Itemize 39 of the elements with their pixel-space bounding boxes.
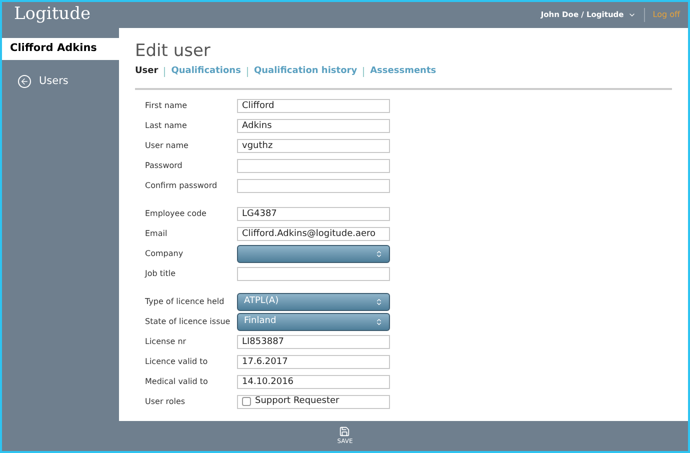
select-dropdown[interactable] <box>237 244 390 262</box>
field-label: Password <box>145 160 184 172</box>
caret-icon <box>628 11 636 19</box>
field-label: User roles <box>145 396 186 408</box>
checkbox[interactable] <box>242 397 251 406</box>
sidebar-item[interactable]: Users <box>2 74 68 90</box>
save-icon <box>339 426 350 437</box>
input-field[interactable]: Clifford.Adkins@logitude.aero <box>237 226 390 240</box>
logo: Logitude <box>14 3 91 26</box>
input-field[interactable]: Adkins <box>237 118 390 132</box>
field-label: Medical valid to <box>145 376 209 388</box>
page-title: Edit user <box>135 43 212 60</box>
field-label: Type of licence held <box>145 296 226 308</box>
tab[interactable]: User <box>135 65 158 78</box>
field-label: Licence valid to <box>145 356 209 368</box>
input-field[interactable]: 14.10.2016 <box>237 374 390 388</box>
dropdown-arrows-icon <box>375 250 383 258</box>
input-field[interactable]: LI853887 <box>237 334 390 348</box>
dropdown-arrows-icon <box>375 318 383 326</box>
input-field[interactable] <box>237 158 390 172</box>
field-label: User name <box>145 140 190 152</box>
field-label: License nr <box>145 336 188 348</box>
field-label: State of licence issue <box>145 316 232 328</box>
field-label: Employee code <box>145 208 208 220</box>
input-field[interactable] <box>237 178 390 192</box>
input-field[interactable]: LG4387 <box>237 206 390 220</box>
input-field[interactable] <box>237 266 390 280</box>
field-label: Job title <box>145 268 177 280</box>
input-field[interactable]: 17.6.2017 <box>237 354 390 368</box>
sidebar-title: Clifford Adkins <box>2 38 119 60</box>
dropdown-arrows-icon <box>375 298 383 306</box>
input-field[interactable]: vguthz <box>237 138 390 152</box>
field-label: Email <box>145 228 168 240</box>
field-label: First name <box>145 100 188 112</box>
field-label: Company <box>145 248 184 260</box>
checkbox-label: Support Requester <box>255 394 340 408</box>
field-label: Confirm password <box>145 180 218 192</box>
input-field[interactable]: Clifford <box>237 98 390 112</box>
field-label: Last name <box>145 120 188 132</box>
